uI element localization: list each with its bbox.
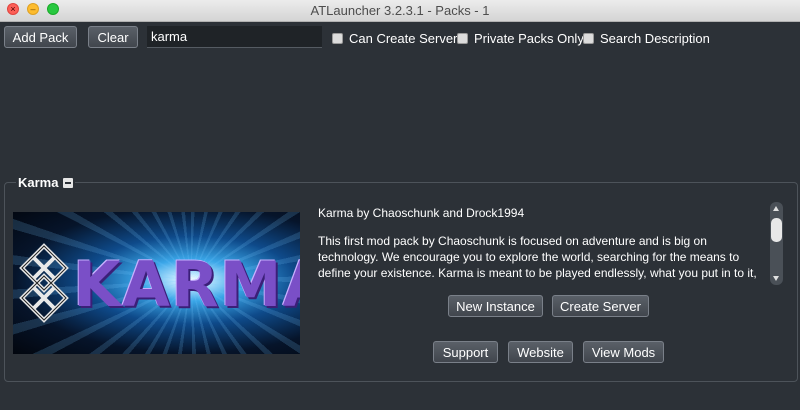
- banner-logo-text: KARMA: [73, 248, 300, 321]
- private-packs-only-checkbox[interactable]: Private Packs Only: [457, 30, 584, 46]
- scroll-down-icon[interactable]: [773, 276, 779, 281]
- description-scrollbar[interactable]: [770, 202, 783, 285]
- new-instance-label: New Instance: [456, 298, 535, 314]
- pack-title: Karma: [16, 175, 76, 190]
- add-pack-button[interactable]: Add Pack: [4, 26, 77, 48]
- create-server-button[interactable]: Create Server: [552, 295, 649, 317]
- create-server-label: Create Server: [560, 298, 641, 314]
- title-bar: × – ATLauncher 3.2.3.1 - Packs - 1: [0, 0, 800, 22]
- add-pack-label: Add Pack: [12, 29, 69, 45]
- search-input[interactable]: [147, 26, 322, 48]
- clear-button[interactable]: Clear: [88, 26, 138, 48]
- private-packs-only-label: Private Packs Only: [474, 30, 584, 46]
- view-mods-button[interactable]: View Mods: [583, 341, 664, 363]
- pack-description: Karma by Chaoschunk and Drock1994 This f…: [318, 205, 766, 283]
- scroll-thumb[interactable]: [771, 218, 782, 242]
- support-label: Support: [442, 344, 489, 360]
- search-description-label: Search Description: [600, 30, 710, 46]
- search-description-checkbox[interactable]: Search Description: [583, 30, 710, 46]
- pack-banner-image: KARMA: [13, 212, 300, 354]
- checkbox-box[interactable]: [583, 32, 594, 44]
- website-button[interactable]: Website: [508, 341, 573, 363]
- scroll-up-icon[interactable]: [773, 206, 779, 211]
- checkbox-box[interactable]: [332, 32, 343, 44]
- support-button[interactable]: Support: [433, 341, 498, 363]
- pack-byline: Karma by Chaoschunk and Drock1994: [318, 206, 525, 220]
- pack-description-text: This first mod pack by Chaoschunk is foc…: [318, 234, 757, 283]
- can-create-server-checkbox[interactable]: Can Create Server: [332, 30, 457, 46]
- endless-knot-icon: [19, 243, 69, 323]
- new-instance-button[interactable]: New Instance: [448, 295, 543, 317]
- window-title: ATLauncher 3.2.3.1 - Packs - 1: [310, 3, 490, 18]
- website-label: Website: [517, 344, 564, 360]
- can-create-server-label: Can Create Server: [349, 30, 458, 46]
- pack-name: Karma: [18, 175, 59, 190]
- view-mods-label: View Mods: [591, 344, 656, 360]
- clear-label: Clear: [97, 29, 129, 45]
- collapse-icon[interactable]: [63, 177, 74, 188]
- checkbox-box[interactable]: [457, 32, 468, 44]
